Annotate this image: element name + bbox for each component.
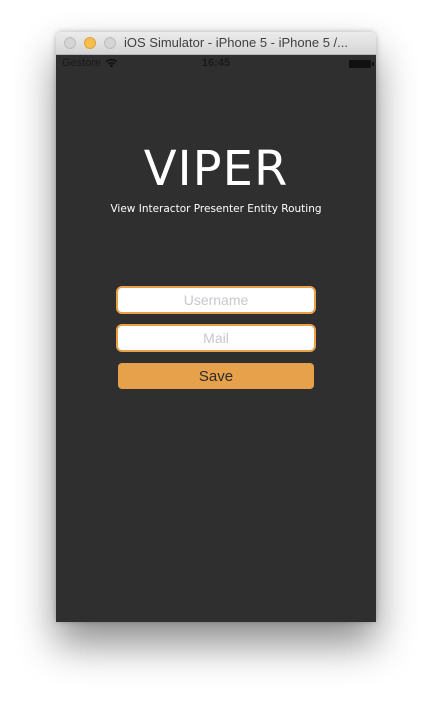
username-field[interactable] [116,286,316,314]
close-window-button[interactable] [64,37,76,49]
zoom-window-button[interactable] [104,37,116,49]
save-button[interactable]: Save [118,363,314,389]
status-time: 16:45 [201,57,231,69]
window-titlebar[interactable]: iOS Simulator - iPhone 5 - iPhone 5 /... [56,32,376,55]
battery-icon [349,60,374,68]
window-title: iOS Simulator - iPhone 5 - iPhone 5 /... [124,35,348,50]
app-subtitle: View Interactor Presenter Entity Routing [110,203,322,215]
minimize-window-button[interactable] [84,37,96,49]
app-screen: Gestore 16:45 VIPER View Interactor Pres… [56,55,376,622]
status-bar: Gestore 16:45 [56,55,376,73]
app-logo: VIPER [143,141,289,197]
mail-field[interactable] [116,324,316,352]
simulator-window: iOS Simulator - iPhone 5 - iPhone 5 /...… [56,32,376,622]
